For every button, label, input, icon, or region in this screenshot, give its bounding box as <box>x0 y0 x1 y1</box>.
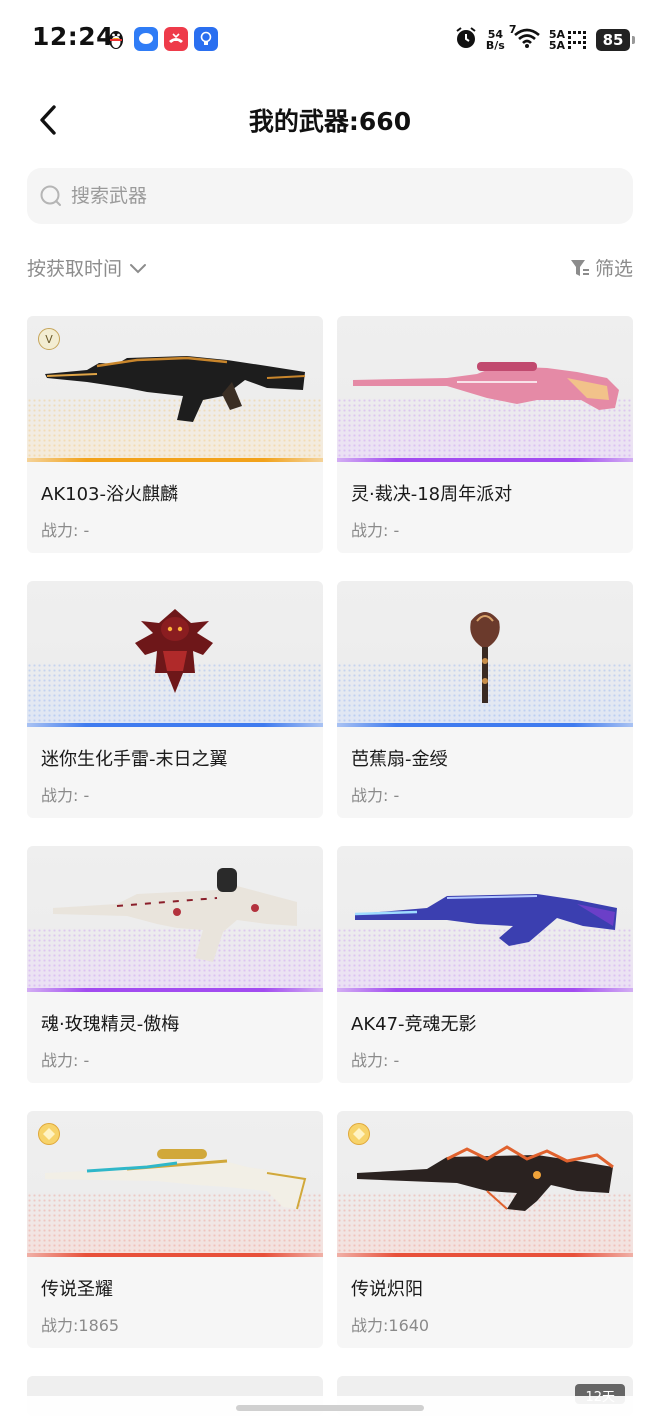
weapon-power: 战力: - <box>351 786 400 805</box>
rarity-stripe <box>337 1253 633 1257</box>
weapon-power: 战力: - <box>41 521 90 540</box>
signal-bars-icon <box>568 31 586 49</box>
search-input[interactable] <box>71 185 591 207</box>
battery-indicator: 85 <box>596 29 635 51</box>
weapon-card[interactable]: 芭蕉扇-金绶 战力: - <box>337 581 633 818</box>
weapon-name: 迷你生化手雷-末日之翼 <box>41 749 228 770</box>
weapon-power: 战力: - <box>41 786 90 805</box>
notification-icons <box>104 27 218 51</box>
filter-button[interactable]: 筛选 <box>569 254 633 281</box>
rarity-stripe <box>27 723 323 727</box>
status-bar: 12:24 54 B/s 7 5A 5A 85 <box>0 0 660 78</box>
rifle-icon <box>357 1145 614 1211</box>
weapon-card[interactable]: 灵·裁决-18周年派对 战力: - <box>337 316 633 553</box>
legend-badge-icon <box>38 1123 60 1145</box>
missed-call-icon <box>164 27 188 51</box>
rarity-stripe <box>27 458 323 462</box>
weapon-card[interactable]: 传说炽阳 战力:1640 <box>337 1111 633 1348</box>
weapon-image <box>337 846 633 992</box>
weapon-name: AK47-竞魂无影 <box>351 1014 477 1035</box>
alarm-icon <box>454 26 478 54</box>
weapon-power: 战力: - <box>41 1051 90 1070</box>
chevron-left-icon <box>40 105 56 135</box>
weapon-image <box>27 581 323 727</box>
weapon-power: 战力: - <box>351 521 400 540</box>
weapon-image <box>27 1111 323 1257</box>
rarity-stripe <box>337 723 633 727</box>
weapon-card[interactable]: V AK103-浴火麒麟 战力: - <box>27 316 323 553</box>
page-title: 我的武器:660 <box>248 107 412 136</box>
message-bubble-icon <box>134 27 158 51</box>
sniper-rifle-icon <box>353 362 619 410</box>
weapon-image <box>27 846 323 992</box>
rarity-stripe <box>27 988 323 992</box>
search-box[interactable] <box>27 168 633 224</box>
weapon-name: 芭蕉扇-金绶 <box>351 749 448 770</box>
rifle-icon <box>53 868 297 962</box>
weapon-image <box>337 1111 633 1257</box>
back-button[interactable] <box>30 102 66 138</box>
fan-weapon-icon <box>470 612 500 703</box>
rarity-stripe <box>337 458 633 462</box>
signal-bottom-label: 5A <box>548 39 565 52</box>
home-indicator[interactable] <box>236 1405 424 1411</box>
network-speed: 54 B/s <box>486 29 505 51</box>
weapon-power: 战力: - <box>351 1051 400 1070</box>
net-speed-unit: B/s <box>485 39 505 52</box>
weapon-card[interactable]: 魂·玫瑰精灵-傲梅 战力: - <box>27 846 323 1083</box>
cellular-signal: 5A 5A <box>549 29 588 51</box>
weapon-image <box>337 316 633 462</box>
weapon-name: AK103-浴火麒麟 <box>41 484 178 505</box>
weapon-name: 传说圣耀 <box>41 1279 113 1300</box>
weapon-image <box>337 581 633 727</box>
rarity-stripe <box>27 1253 323 1257</box>
legend-badge-icon <box>348 1123 370 1145</box>
weapon-image: V <box>27 316 323 462</box>
weapon-card[interactable]: AK47-竞魂无影 战力: - <box>337 846 633 1083</box>
weapon-name: 灵·裁决-18周年派对 <box>351 484 513 505</box>
wifi-label: 7 <box>508 23 517 36</box>
weapon-card[interactable]: 传说圣耀 战力:1865 <box>27 1111 323 1348</box>
lightbulb-icon <box>194 27 218 51</box>
weapon-name: 魂·玫瑰精灵-傲梅 <box>41 1014 180 1035</box>
weapon-name: 传说炽阳 <box>351 1279 423 1300</box>
wifi-icon: 7 <box>509 23 541 53</box>
sort-label: 按获取时间 <box>27 258 123 280</box>
sort-dropdown[interactable]: 按获取时间 <box>27 254 148 281</box>
weapon-power: 战力:1865 <box>41 1316 120 1335</box>
rarity-stripe <box>337 988 633 992</box>
chevron-down-icon <box>130 263 147 273</box>
system-icons: 54 B/s 7 5A 5A 85 <box>454 23 635 54</box>
weapon-card[interactable]: 迷你生化手雷-末日之翼 战力: - <box>27 581 323 818</box>
rifle-icon <box>45 356 306 422</box>
v-badge-icon: V <box>38 328 60 350</box>
filter-icon <box>570 259 589 276</box>
rifle-icon <box>354 894 617 946</box>
filter-label: 筛选 <box>594 258 633 280</box>
search-icon <box>40 185 61 206</box>
status-time: 12:24 <box>32 22 115 51</box>
grenade-figure-icon <box>135 609 213 693</box>
qq-penguin-icon <box>104 27 128 51</box>
sniper-rifle-icon <box>45 1149 307 1210</box>
weapon-power: 战力:1640 <box>351 1316 430 1335</box>
